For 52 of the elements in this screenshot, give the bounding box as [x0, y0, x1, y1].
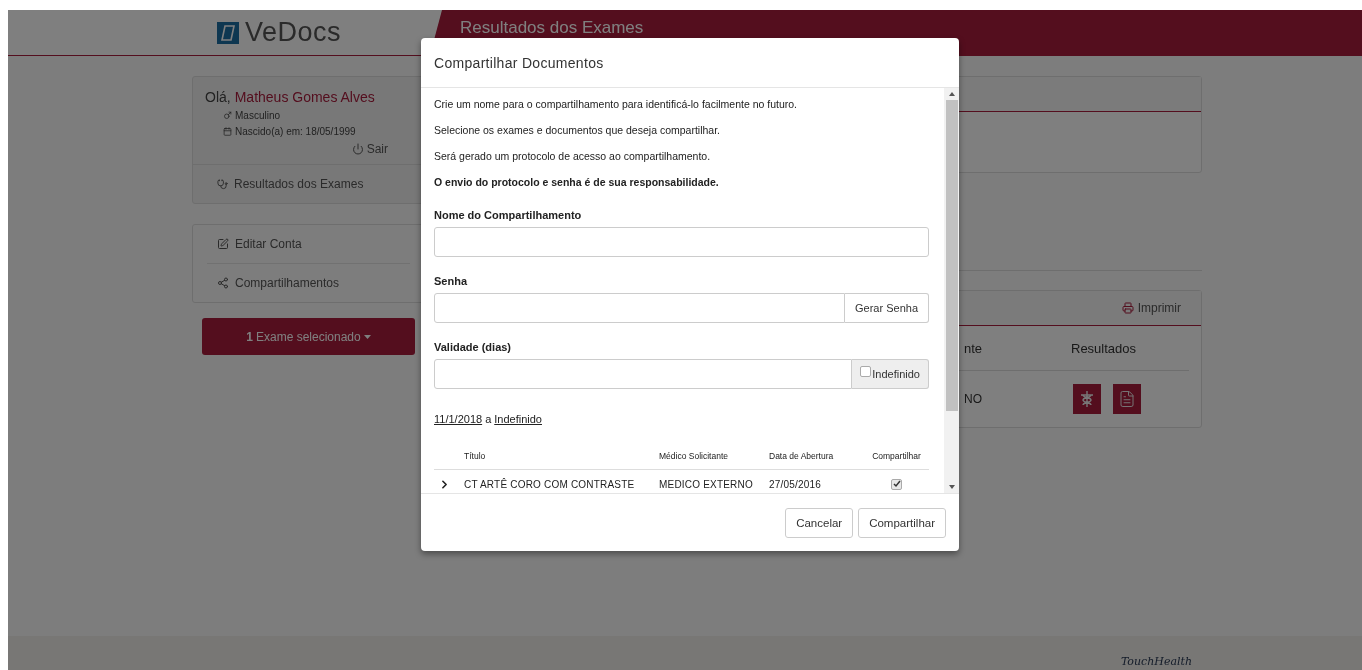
checkbox[interactable]	[860, 365, 872, 377]
sidebar-item[interactable]: Editar Conta	[193, 225, 424, 263]
column-header: Resultados	[1061, 326, 1189, 371]
document-icon	[1118, 390, 1136, 408]
instruction-text: Selecione os exames e documentos que deseja compartilhar.	[434, 123, 721, 137]
share-button[interactable]: Compartilhar	[858, 507, 946, 538]
start-date-link[interactable]: 11/1/2018	[434, 413, 483, 425]
column-header: Compartilhar	[864, 443, 929, 470]
dialog-title: Compartilhar Documentos	[434, 54, 604, 71]
column-header: Data de Abertura	[769, 443, 864, 470]
end-date-link[interactable]: Indefinido	[494, 413, 542, 425]
calendar-icon	[223, 127, 232, 136]
print-icon	[1121, 302, 1134, 314]
checkbox[interactable]	[891, 478, 902, 490]
instruction-text: O envio do protocolo e senha é de sua responsabilidade.	[434, 175, 720, 189]
caret-icon	[363, 334, 371, 339]
table-cell-text: CT ARTÊ CORO COM CONTRASTE	[464, 477, 636, 492]
share-icon	[217, 277, 229, 289]
instruction-text: Será gerado um protocolo de acesso ao compartilhamento.	[434, 149, 712, 163]
selection-dropdown-button[interactable]: 1 Exame selecionado	[202, 318, 415, 355]
input-field[interactable]	[434, 293, 845, 323]
page-title: Resultados dos Exames	[460, 18, 644, 38]
gender-text: Masculino	[235, 110, 281, 121]
column-header: Título	[464, 443, 659, 470]
greeting: Olá, Matheus Gomes Alves	[205, 89, 376, 105]
footer-logo: TouchHealth	[1120, 655, 1192, 668]
period-separator: a	[485, 413, 492, 425]
cancel-button[interactable]: Cancelar	[785, 507, 854, 538]
edit-icon	[217, 238, 229, 250]
instruction-text: Crie um nome para o compartilhamento para identificá-lo facilmente no futuro.	[434, 97, 798, 111]
medical-symbol-icon	[1079, 390, 1095, 408]
table-cell-text: MEDICO EXTERNO	[659, 477, 754, 492]
logo: VeDocs	[244, 17, 342, 48]
scrollbar[interactable]	[944, 88, 959, 493]
field-label: Validade (dias)	[434, 341, 513, 353]
field-label: Senha	[434, 275, 469, 287]
sidebar-item[interactable]: Compartilhamentos	[193, 264, 424, 302]
birth-date: Nascido(a) em: 18/05/1999	[235, 126, 356, 137]
table-cell-text: 27/05/2016	[769, 477, 823, 492]
input-field[interactable]	[434, 359, 853, 389]
male-icon	[223, 111, 232, 120]
logo-icon	[216, 21, 239, 44]
generate-password-button[interactable]: Gerar Senha	[845, 293, 929, 323]
power-icon	[351, 143, 364, 155]
table-cell-text: NO	[963, 391, 983, 408]
stethoscope-icon	[217, 178, 228, 190]
field-label: Nome do Compartilhamento	[434, 209, 583, 221]
column-header: Médico Solicitante	[659, 443, 769, 470]
checkbox-addon[interactable]: Indefinido	[852, 359, 929, 389]
result-button[interactable]	[1113, 384, 1141, 414]
input-field[interactable]	[434, 227, 929, 257]
result-button[interactable]	[1073, 384, 1101, 414]
